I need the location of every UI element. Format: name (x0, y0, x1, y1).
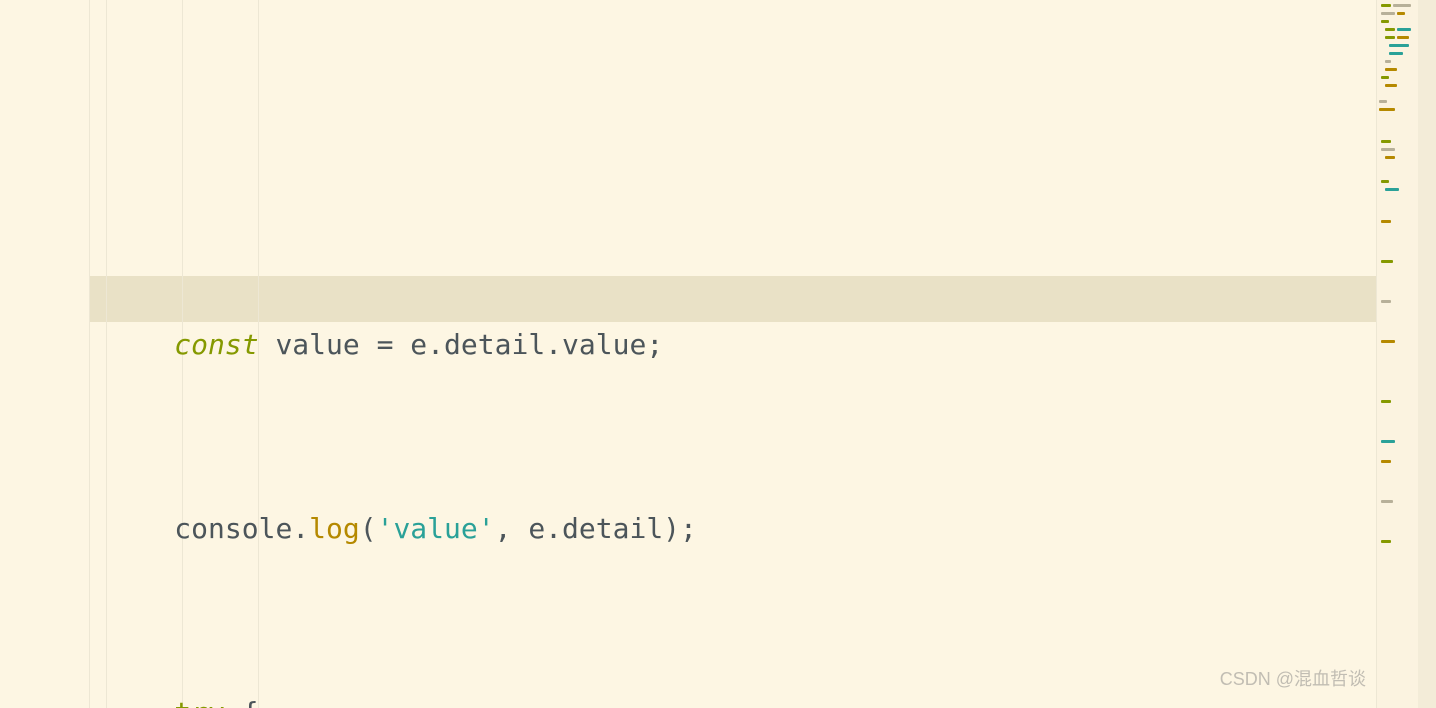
code-editor[interactable]: const value = e.detail.value; console.lo… (0, 0, 1436, 708)
gutter (0, 0, 90, 708)
minimap[interactable] (1376, 0, 1418, 708)
code-line: const value = e.detail.value; (90, 322, 1376, 368)
code-line: try { (90, 690, 1376, 708)
vertical-scrollbar[interactable] (1418, 0, 1436, 708)
code-area[interactable]: const value = e.detail.value; console.lo… (90, 0, 1376, 708)
code-line: console.log('value', e.detail); (90, 506, 1376, 552)
watermark: CSDN @混血哲谈 (1220, 656, 1366, 702)
keyword-const: const (174, 328, 258, 361)
active-line-highlight (90, 276, 1376, 322)
keyword-try: try (174, 696, 225, 708)
